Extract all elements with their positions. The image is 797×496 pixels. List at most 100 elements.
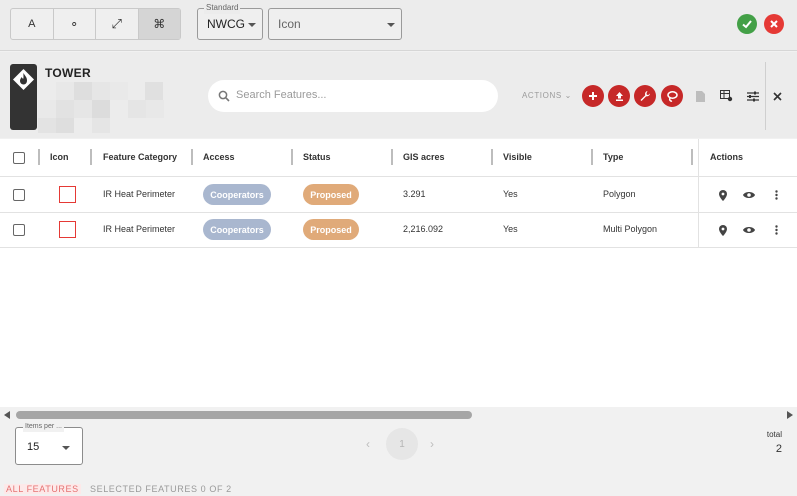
redacted-block bbox=[128, 100, 146, 118]
wrench-icon bbox=[640, 91, 650, 101]
polygon-mode-button[interactable]: ⌘ bbox=[138, 9, 180, 39]
more-vertical-icon bbox=[774, 225, 778, 235]
column-separator bbox=[591, 149, 593, 165]
locate-button[interactable] bbox=[717, 224, 729, 236]
tab-selected-features[interactable]: SELECTED FEATURES 0 OF 2 bbox=[90, 484, 232, 494]
point-mode-button[interactable]: ∘ bbox=[54, 9, 96, 39]
column-separator bbox=[191, 149, 193, 165]
features-table: Icon Feature Category Access Status GIS … bbox=[0, 139, 797, 407]
cancel-button[interactable] bbox=[764, 14, 784, 34]
column-header-icon[interactable]: Icon bbox=[50, 152, 69, 162]
chevron-left-icon: ‹ bbox=[366, 437, 370, 451]
column-header-access[interactable]: Access bbox=[203, 152, 235, 162]
chevron-down-icon bbox=[387, 23, 395, 27]
actions-menu[interactable]: ACTIONS ⌄ bbox=[522, 91, 572, 100]
scroll-left-icon[interactable] bbox=[4, 411, 10, 419]
upload-icon bbox=[615, 91, 623, 101]
line-icon: ⤢ bbox=[111, 16, 122, 31]
chevron-right-icon: › bbox=[430, 437, 434, 451]
column-separator bbox=[90, 149, 92, 165]
chevron-down-icon bbox=[248, 23, 256, 27]
column-header-status[interactable]: Status bbox=[303, 152, 331, 162]
redacted-block bbox=[110, 82, 128, 100]
table-header: Icon Feature Category Access Status GIS … bbox=[0, 139, 797, 177]
file-button[interactable] bbox=[693, 89, 707, 103]
top-toolbar: A ∘ ⤢ ⌘ Standard NWCG Icon bbox=[0, 0, 797, 51]
chevron-down-icon: ⌄ bbox=[564, 91, 572, 100]
search-input[interactable]: Search Features... bbox=[236, 89, 327, 101]
column-separator bbox=[38, 149, 40, 165]
draw-mode-group: A ∘ ⤢ ⌘ bbox=[10, 8, 181, 40]
standard-value: NWCG bbox=[207, 17, 245, 31]
horizontal-scrollbar[interactable] bbox=[0, 408, 797, 422]
lasso-button[interactable] bbox=[661, 85, 683, 107]
tune-icon bbox=[747, 91, 759, 101]
column-separator bbox=[291, 149, 293, 165]
scroll-right-icon[interactable] bbox=[787, 411, 793, 419]
icon-select[interactable]: Icon bbox=[268, 8, 402, 40]
upload-button[interactable] bbox=[608, 85, 630, 107]
redacted-block bbox=[74, 100, 92, 118]
column-header-gis-acres[interactable]: GIS acres bbox=[403, 152, 445, 162]
visibility-button[interactable] bbox=[743, 189, 755, 201]
column-header-type[interactable]: Type bbox=[603, 152, 623, 162]
text-mode-button[interactable]: A bbox=[11, 9, 54, 39]
select-all-checkbox[interactable] bbox=[13, 152, 25, 164]
feature-category: IR Heat Perimeter bbox=[103, 224, 176, 234]
column-header-category[interactable]: Feature Category bbox=[103, 152, 177, 162]
table-row[interactable]: IR Heat Perimeter Cooperators Proposed 3… bbox=[0, 177, 797, 213]
polygon-icon: ⌘ bbox=[153, 17, 166, 31]
redacted-block bbox=[146, 100, 164, 118]
column-header-actions: Actions bbox=[710, 152, 744, 162]
tower-logo bbox=[10, 64, 37, 130]
visible-value: Yes bbox=[503, 189, 518, 199]
standard-select[interactable]: Standard NWCG bbox=[197, 2, 263, 40]
map-pin-icon bbox=[719, 224, 727, 236]
feature-header: TOWER Search Features... ACTIONS ⌄ bbox=[0, 52, 797, 138]
locate-button[interactable] bbox=[717, 189, 729, 201]
next-page-button[interactable]: › bbox=[430, 437, 434, 451]
tools-button[interactable] bbox=[634, 85, 656, 107]
status-badge: Proposed bbox=[303, 184, 359, 205]
feature-icon-swatch bbox=[59, 221, 76, 238]
column-separator bbox=[691, 149, 693, 165]
table-settings-button[interactable] bbox=[719, 89, 733, 103]
confirm-button[interactable] bbox=[737, 14, 757, 34]
page-number-button[interactable]: 1 bbox=[386, 428, 418, 460]
search-field[interactable]: Search Features... bbox=[208, 80, 498, 112]
items-per-page-select[interactable]: Items per ... 15 bbox=[15, 422, 83, 465]
table-settings-icon bbox=[719, 90, 732, 102]
add-feature-button[interactable] bbox=[582, 85, 604, 107]
column-separator bbox=[491, 149, 493, 165]
table-row[interactable]: IR Heat Perimeter Cooperators Proposed 2… bbox=[0, 212, 797, 248]
search-icon bbox=[218, 90, 230, 102]
previous-page-button[interactable]: ‹ bbox=[366, 437, 370, 451]
visibility-button[interactable] bbox=[743, 224, 755, 236]
add-icon bbox=[589, 92, 597, 100]
more-options-button[interactable] bbox=[770, 224, 782, 236]
row-checkbox[interactable] bbox=[13, 189, 25, 201]
check-icon bbox=[742, 20, 752, 29]
actions-label: ACTIONS bbox=[522, 91, 562, 100]
redacted-block bbox=[38, 100, 56, 118]
status-badge: Proposed bbox=[303, 219, 359, 240]
line-mode-button[interactable]: ⤢ bbox=[96, 9, 139, 39]
more-options-button[interactable] bbox=[770, 189, 782, 201]
feature-type: Polygon bbox=[603, 189, 636, 199]
redacted-block bbox=[74, 82, 92, 100]
page-title: TOWER bbox=[45, 66, 91, 80]
tab-all-features[interactable]: ALL FEATURES bbox=[4, 484, 81, 494]
scrollbar-thumb[interactable] bbox=[16, 411, 472, 419]
column-header-visible[interactable]: Visible bbox=[503, 152, 532, 162]
filter-settings-button[interactable] bbox=[746, 89, 760, 103]
header-divider bbox=[765, 62, 766, 130]
visible-value: Yes bbox=[503, 224, 518, 234]
row-checkbox[interactable] bbox=[13, 224, 25, 236]
close-panel-button[interactable] bbox=[770, 89, 784, 103]
total-count: 2 bbox=[775, 443, 782, 455]
lasso-icon bbox=[666, 90, 678, 102]
redacted-block bbox=[38, 118, 56, 133]
gis-acres: 2,216.092 bbox=[403, 224, 444, 234]
map-pin-icon bbox=[719, 189, 727, 201]
file-icon bbox=[695, 90, 705, 102]
